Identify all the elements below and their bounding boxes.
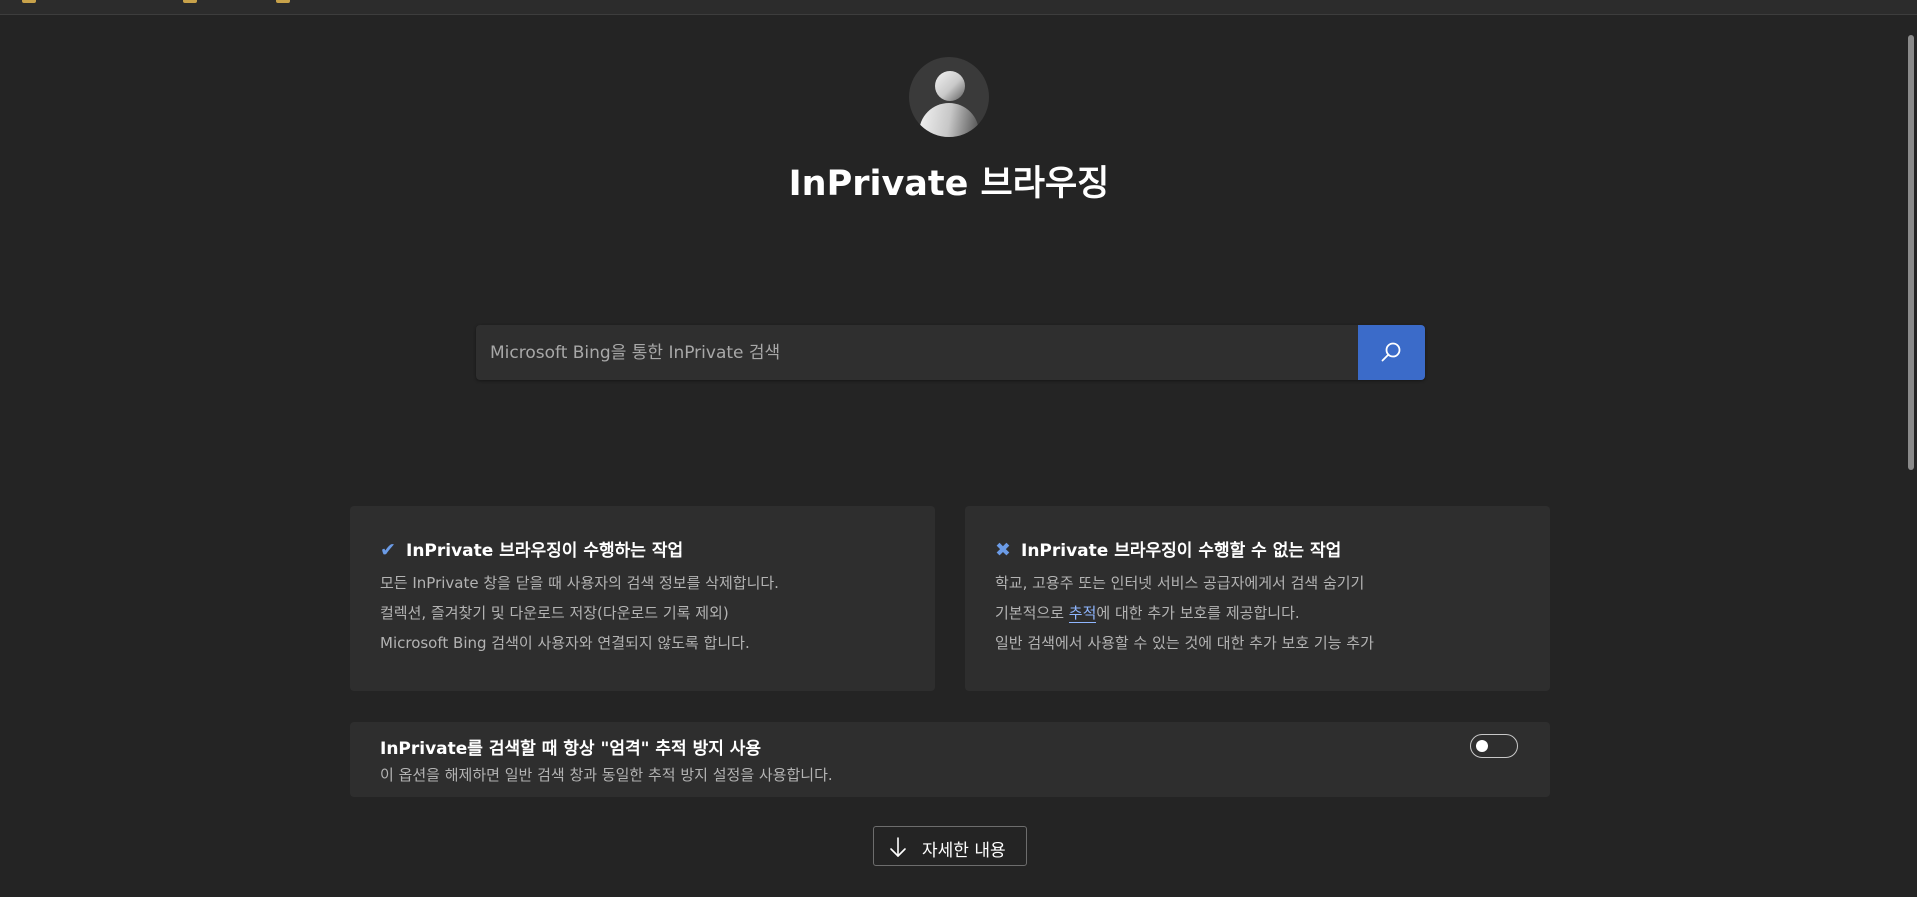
strict-tracking-setting: InPrivate를 검색할 때 항상 "엄격" 추적 방지 사용 이 옵션을 … (350, 722, 1550, 797)
more-info-button[interactable]: 자세한 내용 (873, 826, 1027, 866)
card-title: ✖ InPrivate 브라우징이 수행할 수 없는 작업 (995, 539, 1342, 561)
card-line: 모든 InPrivate 창을 닫을 때 사용자의 검색 정보를 삭제합니다. (380, 574, 779, 592)
card-line: 기본적으로 추적에 대한 추가 보호를 제공합니다. (995, 604, 1300, 623)
card-does-not: ✖ InPrivate 브라우징이 수행할 수 없는 작업 학교, 고용주 또는 … (965, 506, 1550, 691)
card-does: ✔ InPrivate 브라우징이 수행하는 작업 모든 InPrivate 창을… (350, 506, 935, 691)
more-info-label: 자세한 내용 (922, 841, 1006, 861)
setting-title: InPrivate를 검색할 때 항상 "엄격" 추적 방지 사용 (380, 739, 762, 759)
favorite-folder-icon[interactable] (276, 0, 290, 3)
page-title: InPrivate 브라우징 (788, 164, 1110, 204)
search-button[interactable] (1358, 325, 1425, 380)
search-icon (1381, 342, 1401, 362)
favorite-folder-icon[interactable] (183, 0, 197, 3)
card-title: ✔ InPrivate 브라우징이 수행하는 작업 (380, 539, 684, 561)
card-line: Microsoft Bing 검색이 사용자와 연결되지 않도록 합니다. (380, 634, 750, 652)
setting-description: 이 옵션을 해제하면 일반 검색 창과 동일한 추적 방지 설정을 사용합니다. (380, 766, 833, 784)
arrow-down-icon (890, 837, 906, 857)
search-box (476, 325, 1425, 380)
strict-tracking-toggle[interactable] (1470, 734, 1518, 758)
card-line: 학교, 고용주 또는 인터넷 서비스 공급자에게서 검색 숨기기 (995, 574, 1365, 592)
toggle-knob (1476, 740, 1488, 752)
checkmark-icon: ✔ (380, 539, 396, 561)
profile-avatar-icon (909, 57, 989, 137)
scrollbar-thumb[interactable] (1908, 35, 1914, 470)
x-icon: ✖ (995, 539, 1011, 561)
card-line: 일반 검색에서 사용할 수 있는 것에 대한 추가 보호 기능 추가 (995, 634, 1374, 652)
search-input[interactable] (476, 325, 1356, 380)
tracking-link[interactable]: 추적 (1068, 604, 1097, 623)
browser-top-strip (0, 0, 1917, 15)
favorite-folder-icon[interactable] (22, 0, 36, 3)
scrollbar[interactable] (1905, 15, 1917, 897)
card-line: 컬렉션, 즐겨찾기 및 다운로드 저장(다운로드 기록 제외) (380, 604, 729, 622)
